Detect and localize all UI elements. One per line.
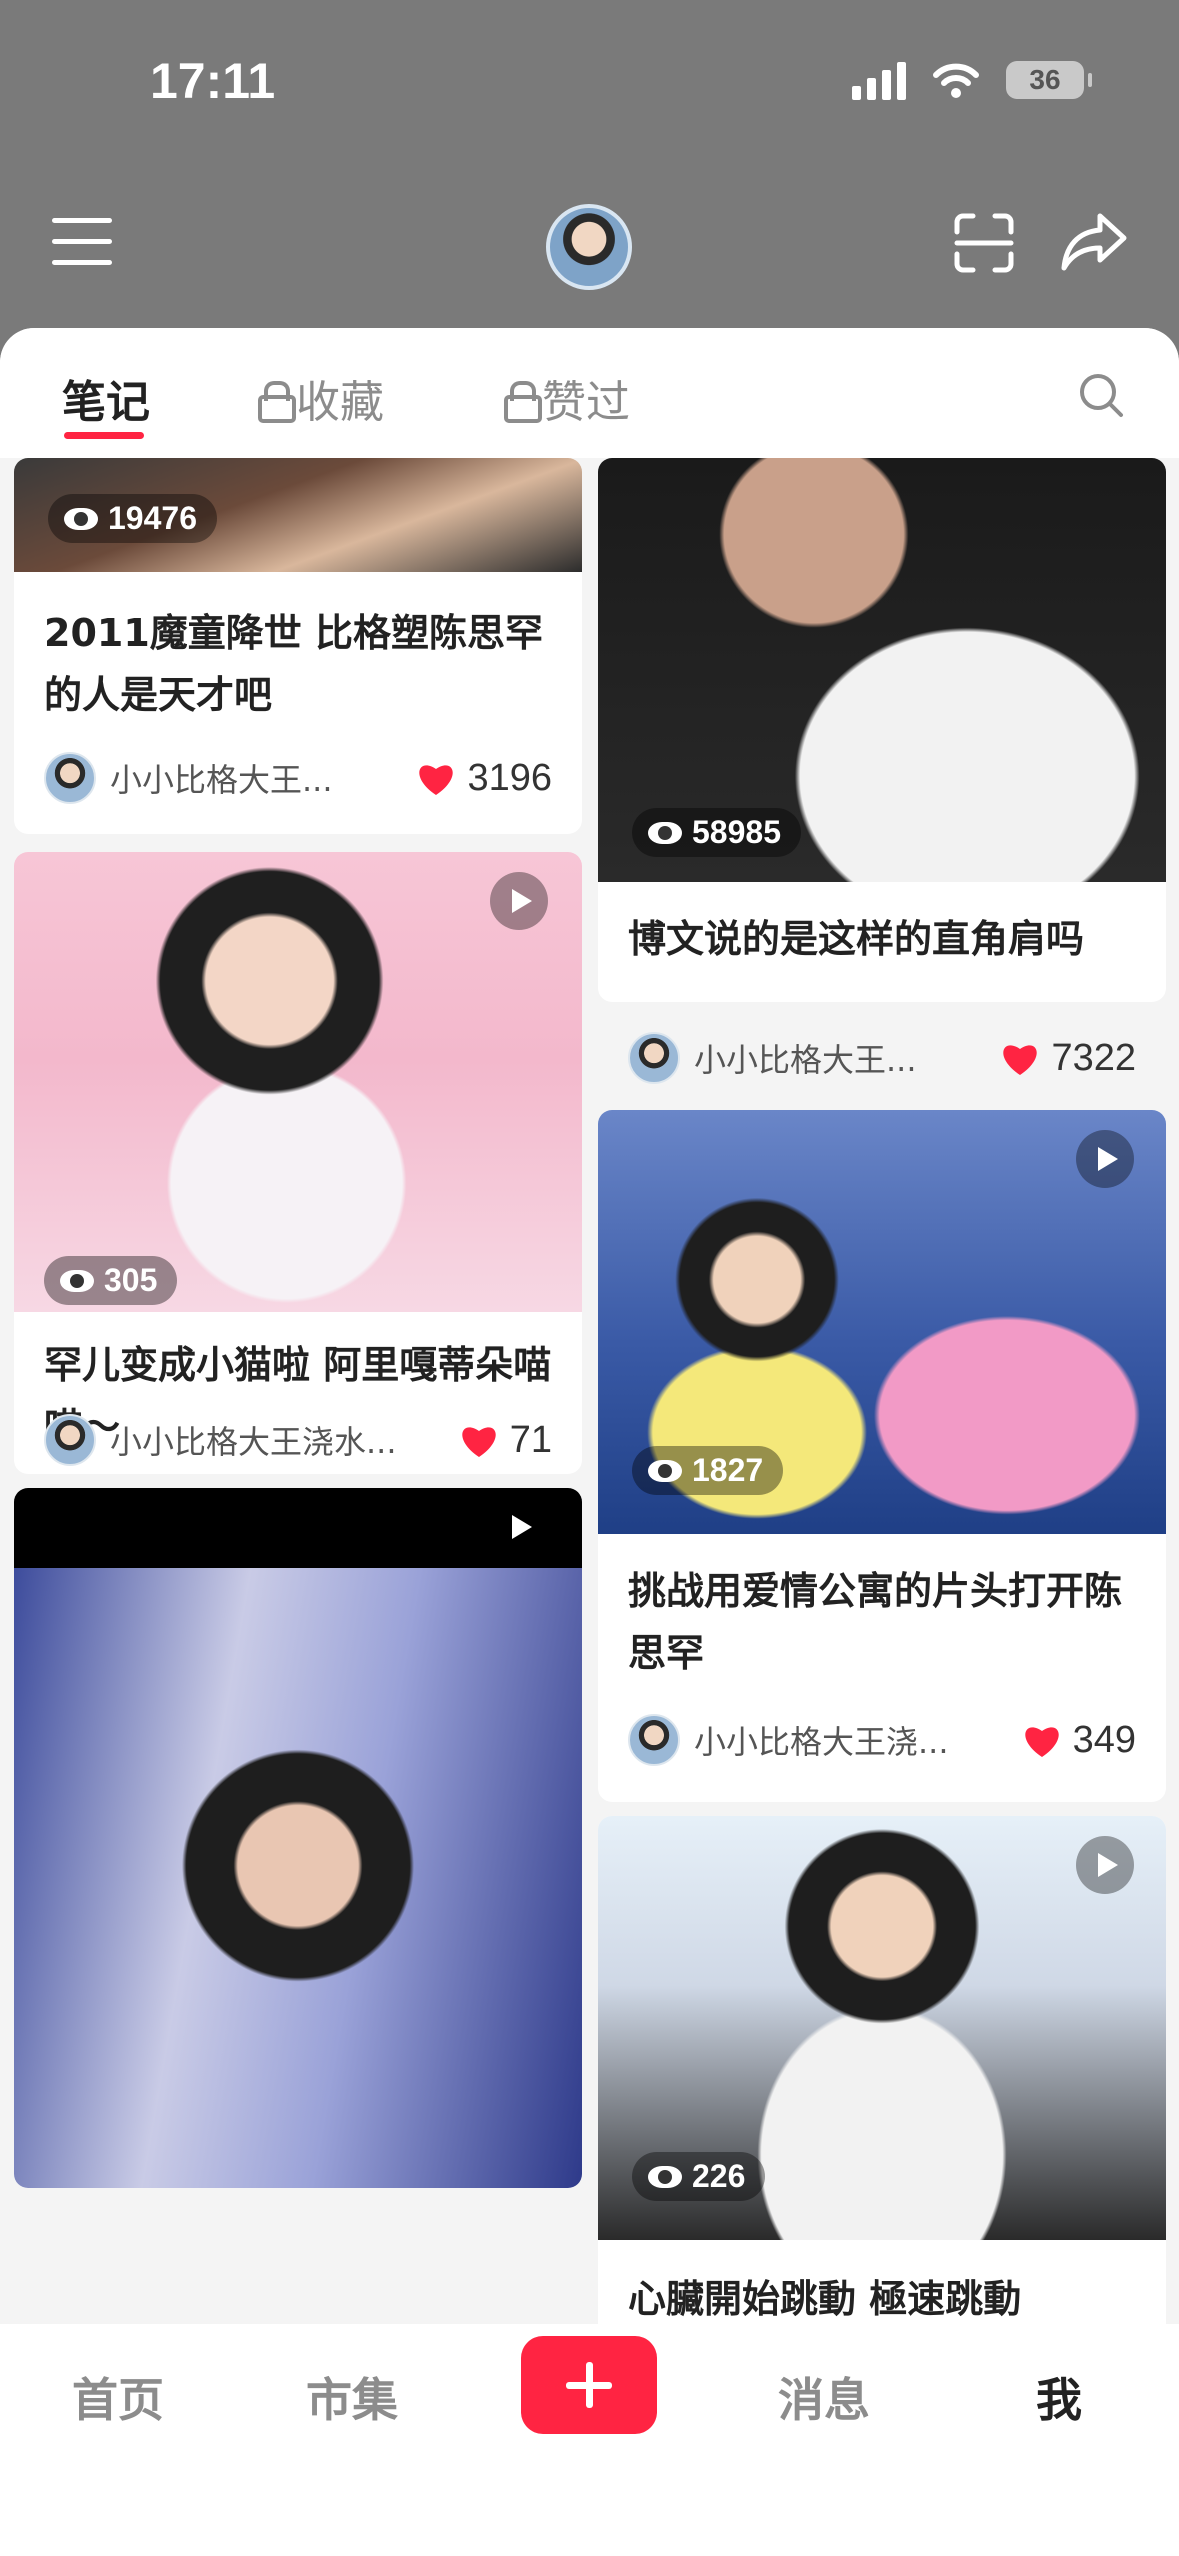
note-meta: 小小比格大王浇水... 71 [44, 1412, 552, 1468]
play-icon [1076, 1836, 1134, 1894]
bottom-nav: 首页 市集 消息 我 [0, 2324, 1179, 2556]
eye-icon [64, 507, 98, 530]
author-name[interactable]: 小小比格大王浇... [694, 1717, 949, 1763]
like-button[interactable]: 349 [1021, 1719, 1136, 1762]
view-count: 226 [632, 2152, 766, 2201]
tab-collections-label: 收藏 [296, 377, 384, 428]
nav-market[interactable]: 市集 [306, 2364, 398, 2430]
lock-icon [504, 381, 542, 423]
like-button[interactable]: 7322 [999, 1037, 1136, 1080]
nav-home[interactable]: 首页 [72, 2364, 164, 2430]
view-count-text: 305 [104, 1262, 158, 1298]
tab-collections[interactable]: 收藏 [258, 366, 384, 430]
tab-notes-label: 笔记 [62, 377, 150, 428]
note-card[interactable]: 58985 博文说的是这样的直角肩吗 [598, 458, 1166, 1002]
view-count-text: 1827 [692, 1452, 764, 1488]
note-card[interactable]: 226 心臟開始跳動 極速跳動 [598, 1816, 1166, 2328]
view-count-text: 226 [692, 2158, 746, 2194]
status-time: 17:11 [150, 53, 276, 109]
eye-icon [648, 2165, 682, 2188]
status-icons: 36 [852, 60, 1092, 100]
signal-icon [852, 60, 906, 100]
author-name[interactable]: 小小比格大王... [110, 755, 333, 801]
like-button[interactable]: 71 [458, 1419, 552, 1462]
profile-tabs: 笔记 收藏 赞过 [0, 328, 1179, 458]
view-count: 1827 [632, 1446, 784, 1495]
eye-icon [648, 821, 682, 844]
author-avatar[interactable] [44, 752, 96, 804]
note-title: 心臟開始跳動 極速跳動 [628, 2277, 1022, 2321]
heart-icon [1024, 1727, 1059, 1757]
heart-icon [419, 765, 454, 795]
play-icon [1076, 1130, 1134, 1188]
scan-icon[interactable] [953, 212, 1015, 274]
note-card[interactable] [14, 1488, 582, 2188]
note-meta: 小小比格大王... 7322 [628, 1030, 1136, 1086]
nav-me[interactable]: 我 [1036, 2364, 1082, 2430]
heart-icon [462, 1427, 496, 1457]
eye-icon [648, 1459, 682, 1482]
wifi-icon [933, 63, 979, 98]
author-name[interactable]: 小小比格大王浇水... [110, 1417, 397, 1463]
view-count: 19476 [48, 494, 217, 543]
nav-messages[interactable]: 消息 [778, 2364, 870, 2430]
view-count-text: 58985 [692, 814, 781, 850]
like-button[interactable]: 3196 [415, 757, 552, 800]
view-count: 305 [44, 1256, 178, 1305]
author-name[interactable]: 小小比格大王... [694, 1035, 917, 1081]
share-icon[interactable] [1060, 210, 1128, 272]
menu-icon[interactable] [52, 218, 112, 266]
avatar[interactable] [546, 204, 632, 290]
note-title: 博文说的是这样的直角肩吗 [628, 917, 1085, 961]
note-card[interactable]: 1827 挑战用爱情公寓的片头打开陈思罕 小小比格大王浇... 349 [598, 1110, 1166, 1802]
battery-indicator: 36 [1006, 61, 1092, 99]
like-count: 3196 [467, 756, 552, 799]
view-count: 58985 [632, 808, 801, 857]
like-count: 349 [1072, 1718, 1136, 1761]
heart-icon [1003, 1045, 1038, 1075]
tab-liked[interactable]: 赞过 [504, 366, 630, 430]
content-sheet: 笔记 收藏 赞过 19476 2011魔童降世 比格塑陈思罕的人是天才吧 小小比… [0, 328, 1179, 2328]
search-icon[interactable] [1078, 372, 1124, 418]
note-thumbnail [14, 1568, 582, 2188]
author-avatar[interactable] [628, 1032, 680, 1084]
note-title: 2011魔童降世 比格塑陈思罕的人是天才吧 [44, 611, 543, 717]
tab-notes[interactable]: 笔记 [62, 366, 150, 430]
note-card[interactable]: 19476 2011魔童降世 比格塑陈思罕的人是天才吧 小小比格大王... 31… [14, 458, 582, 834]
note-meta: 小小比格大王浇... 349 [628, 1712, 1136, 1768]
play-icon [490, 1498, 548, 1556]
eye-icon [60, 1269, 94, 1292]
author-avatar[interactable] [628, 1714, 680, 1766]
like-count: 7322 [1051, 1036, 1136, 1079]
note-card[interactable]: 305 罕儿变成小猫啦 阿里嘎蒂朵喵喵～ 小小比格大王浇水... 71 [14, 852, 582, 1474]
plus-icon[interactable] [521, 2336, 657, 2434]
play-icon [490, 872, 548, 930]
author-avatar[interactable] [44, 1414, 96, 1466]
note-thumbnail [14, 852, 582, 1312]
note-title: 挑战用爱情公寓的片头打开陈思罕 [628, 1569, 1123, 1675]
view-count-text: 19476 [108, 500, 197, 536]
tab-active-indicator [64, 432, 144, 439]
note-meta: 小小比格大王... 3196 [44, 750, 552, 806]
like-count: 71 [509, 1418, 552, 1461]
profile-header: 17:11 36 [0, 0, 1179, 360]
tab-liked-label: 赞过 [542, 377, 630, 428]
lock-icon [258, 381, 296, 423]
